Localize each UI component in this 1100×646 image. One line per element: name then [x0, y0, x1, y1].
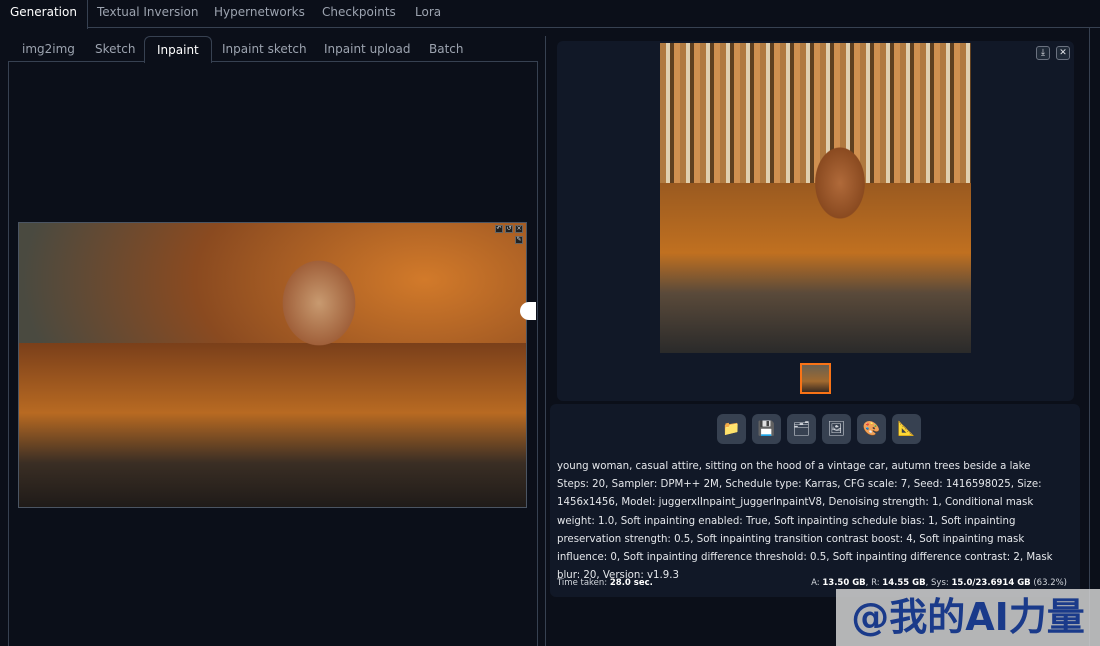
tab-batch[interactable]: Batch — [417, 36, 476, 62]
brush-icon[interactable]: ✎ — [515, 236, 523, 244]
reset-icon[interactable]: ↺ — [505, 225, 513, 233]
tab-hypernetworks[interactable]: Hypernetworks — [204, 0, 315, 28]
tab-inpaint-sketch[interactable]: Inpaint sketch — [210, 36, 319, 62]
close-icon[interactable]: ✕ — [1056, 46, 1070, 60]
tab-inpaint[interactable]: Inpaint — [144, 36, 212, 63]
watermark-logo: @我的AI力量 — [836, 589, 1100, 646]
save-icon[interactable]: 💾 — [752, 414, 781, 444]
undo-icon[interactable]: ↶ — [495, 225, 503, 233]
tab-inpaint-upload[interactable]: Inpaint upload — [312, 36, 422, 62]
params-text: Steps: 20, Sampler: DPM++ 2M, Schedule t… — [557, 479, 1053, 582]
close-icon[interactable]: × — [515, 225, 523, 233]
tab-img2img[interactable]: img2img — [10, 36, 87, 62]
top-tabs: Generation Textual Inversion Hypernetwor… — [0, 0, 1100, 29]
download-icon[interactable]: ⤓ — [1036, 46, 1050, 60]
tab-checkpoints[interactable]: Checkpoints — [312, 0, 406, 28]
memory-stats: A: 13.50 GB, R: 14.55 GB, Sys: 15.0/23.6… — [811, 578, 1067, 588]
brush-size-handle[interactable] — [520, 302, 536, 320]
tab-sketch[interactable]: Sketch — [83, 36, 147, 62]
mem-a: 13.50 GB — [822, 578, 866, 588]
tab-generation[interactable]: Generation — [0, 0, 88, 29]
mem-sys: 15.0/23.6914 GB — [951, 578, 1031, 588]
output-toolbar: 📁 💾 🗂 🖼 🎨 📐 — [717, 414, 921, 444]
gallery-thumbnail[interactable] — [800, 363, 831, 394]
mem-pct: (63.2%) — [1033, 578, 1067, 588]
tab-lora[interactable]: Lora — [405, 0, 451, 28]
output-image[interactable] — [660, 43, 971, 353]
mem-r-label: R: — [871, 578, 880, 588]
ruler-icon[interactable]: 📐 — [892, 414, 921, 444]
time-taken: Time taken: 28.0 sec. — [557, 578, 653, 588]
time-value: 28.0 sec. — [609, 578, 653, 588]
mem-a-label: A: — [811, 578, 820, 588]
mem-sys-label: Sys: — [931, 578, 949, 588]
generation-info: young woman, casual attire, sitting on t… — [557, 458, 1072, 585]
palette-icon[interactable]: 🎨 — [857, 414, 886, 444]
folder-icon[interactable]: 📁 — [717, 414, 746, 444]
mem-r: 14.55 GB — [882, 578, 926, 588]
tab-textual-inversion[interactable]: Textual Inversion — [87, 0, 208, 28]
zip-icon[interactable]: 🗂 — [787, 414, 816, 444]
prompt-text: young woman, casual attire, sitting on t… — [557, 461, 1031, 472]
inpaint-canvas[interactable]: ↶ ↺ × ✎ — [18, 222, 527, 508]
image-icon[interactable]: 🖼 — [822, 414, 851, 444]
time-label: Time taken: — [557, 578, 608, 588]
